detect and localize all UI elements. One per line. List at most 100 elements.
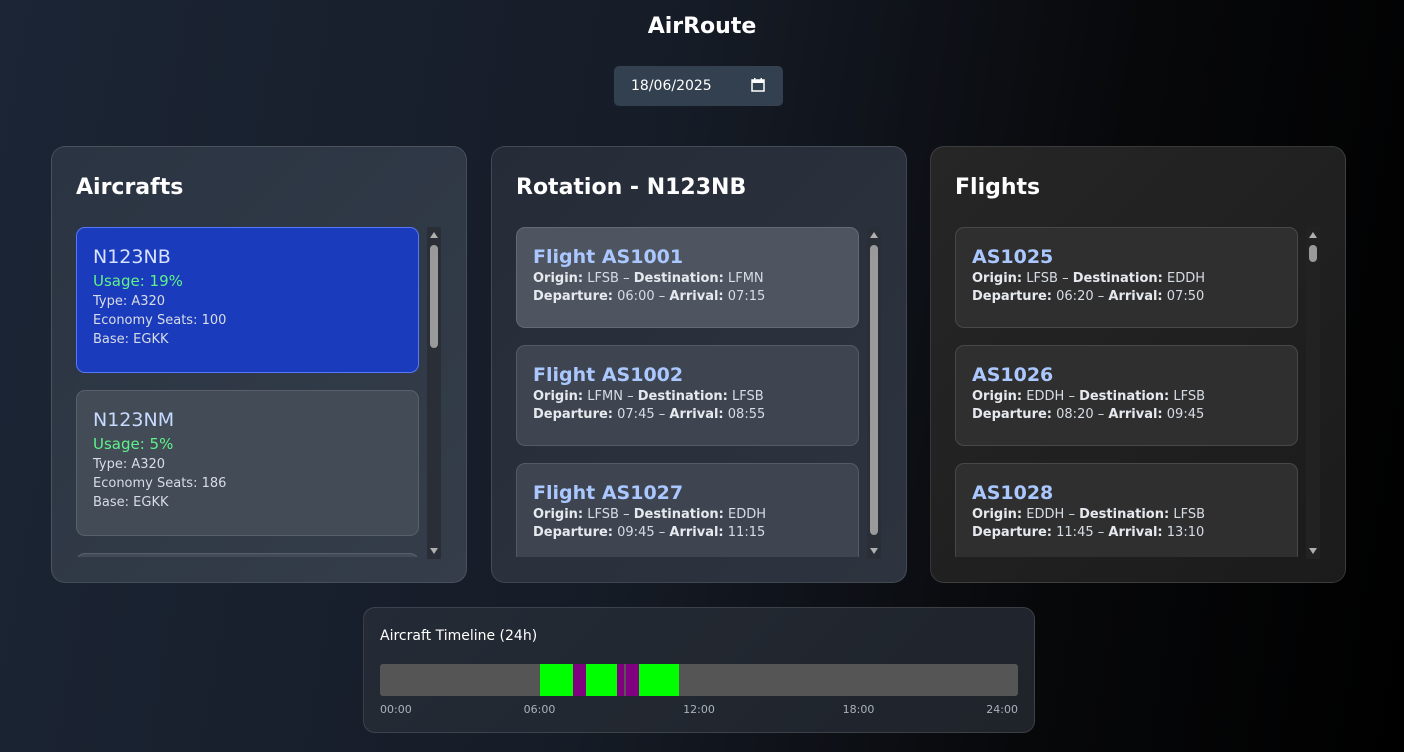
timeline-tick-label: 06:00 bbox=[523, 703, 556, 716]
scroll-up-arrow-icon[interactable] bbox=[1309, 232, 1317, 238]
arrival-value: 13:10 bbox=[1166, 525, 1205, 540]
departure-label: Departure: bbox=[533, 289, 613, 304]
destination-label: Destination: bbox=[1079, 389, 1170, 404]
aircraft-panel-title: Aircrafts bbox=[76, 175, 184, 200]
time-separator: – bbox=[658, 407, 666, 422]
departure-label: Departure: bbox=[533, 407, 613, 422]
route-separator: – bbox=[1068, 389, 1075, 404]
aircraft-registration: N123NB bbox=[93, 246, 171, 268]
aircraft-usage: Usage: 5% bbox=[93, 435, 174, 453]
scroll-up-arrow-icon[interactable] bbox=[870, 232, 878, 238]
timeline-axis: 00:00 06:00 12:00 18:00 24:00 bbox=[380, 703, 1018, 717]
flight-route: Origin: LFSB – Destination: EDDH bbox=[533, 507, 842, 522]
route-separator: – bbox=[623, 507, 630, 522]
aircraft-list-scrollbar[interactable] bbox=[427, 227, 441, 559]
aircraft-card[interactable]: N123NB Usage: 19% Type: A320 Economy Seats:… bbox=[76, 227, 419, 373]
flights-list-scrollbar[interactable] bbox=[1306, 227, 1320, 559]
scrollbar-thumb[interactable] bbox=[1309, 245, 1317, 262]
aircraft-card[interactable] bbox=[76, 553, 419, 557]
time-separator: – bbox=[1097, 407, 1105, 422]
aircraft-type: Type: A320 bbox=[93, 457, 166, 472]
scrollbar-thumb[interactable] bbox=[870, 245, 878, 535]
time-separator: – bbox=[1097, 525, 1105, 540]
scroll-up-arrow-icon[interactable] bbox=[430, 232, 438, 238]
time-separator: – bbox=[658, 525, 666, 540]
origin-value: LFSB bbox=[1026, 271, 1058, 286]
departure-label: Departure: bbox=[972, 407, 1052, 422]
arrival-value: 07:50 bbox=[1166, 289, 1205, 304]
timeline-tick-label: 18:00 bbox=[842, 703, 875, 716]
flight-times: Departure: 08:20 – Arrival: 09:45 bbox=[972, 407, 1281, 422]
timeline-bar bbox=[380, 664, 1018, 696]
date-value: 18/06/2025 bbox=[631, 78, 712, 94]
departure-value: 08:20 bbox=[1056, 407, 1094, 422]
flight-card[interactable]: AS1025 Origin: LFSB – Destination: EDDH De… bbox=[955, 227, 1298, 328]
scroll-down-arrow-icon[interactable] bbox=[1309, 548, 1317, 554]
rotation-list-scrollbar[interactable] bbox=[867, 227, 881, 559]
flight-card[interactable]: AS1026 Origin: EDDH – Destination: LFSB De… bbox=[955, 345, 1298, 446]
flight-card[interactable]: AS1028 Origin: EDDH – Destination: LFSB De… bbox=[955, 463, 1298, 557]
flight-number: Flight AS1002 bbox=[533, 364, 684, 386]
flight-number: Flight AS1001 bbox=[533, 246, 684, 268]
aircraft-base: Base: EGKK bbox=[93, 495, 169, 510]
scroll-down-arrow-icon[interactable] bbox=[430, 548, 438, 554]
origin-label: Origin: bbox=[972, 271, 1023, 286]
origin-label: Origin: bbox=[533, 507, 584, 522]
timeline-title: Aircraft Timeline (24h) bbox=[380, 628, 538, 644]
aircraft-registration: N123NM bbox=[93, 409, 175, 431]
destination-label: Destination: bbox=[637, 389, 728, 404]
date-input[interactable]: 18/06/2025 bbox=[614, 66, 783, 106]
aircraft-card[interactable]: N123NM Usage: 5% Type: A320 Economy Seats: … bbox=[76, 390, 419, 536]
flight-number: Flight AS1027 bbox=[533, 482, 684, 504]
origin-label: Origin: bbox=[533, 271, 584, 286]
timeline-segment-turnaround bbox=[617, 664, 624, 696]
flight-route: Origin: EDDH – Destination: LFSB bbox=[972, 389, 1281, 404]
timeline-segment-turnaround bbox=[625, 664, 640, 696]
aircraft-timeline: Aircraft Timeline (24h) 00:00 06:00 12:00 1… bbox=[363, 607, 1035, 733]
origin-value: LFSB bbox=[587, 271, 619, 286]
flight-times: Departure: 06:00 – Arrival: 07:15 bbox=[533, 289, 842, 304]
aircraft-usage: Usage: 19% bbox=[93, 272, 183, 290]
origin-value: EDDH bbox=[1026, 507, 1065, 522]
aircraft-list[interactable]: N123NB Usage: 19% Type: A320 Economy Seats:… bbox=[76, 227, 420, 557]
flight-card[interactable]: Flight AS1002 Origin: LFMN – Destination:… bbox=[516, 345, 859, 446]
flight-route: Origin: LFMN – Destination: LFSB bbox=[533, 389, 842, 404]
flight-number: AS1028 bbox=[972, 482, 1054, 504]
flights-list[interactable]: AS1025 Origin: LFSB – Destination: EDDH De… bbox=[955, 227, 1299, 557]
arrival-label: Arrival: bbox=[669, 289, 724, 304]
departure-value: 11:45 bbox=[1056, 525, 1094, 540]
timeline-segment-flight bbox=[586, 664, 618, 696]
flight-times: Departure: 07:45 – Arrival: 08:55 bbox=[533, 407, 842, 422]
timeline-segment-flight bbox=[639, 664, 680, 696]
scrollbar-thumb[interactable] bbox=[430, 245, 438, 348]
timeline-segment-turnaround bbox=[572, 664, 586, 696]
calendar-icon[interactable] bbox=[751, 78, 765, 92]
arrival-value: 07:15 bbox=[727, 289, 766, 304]
aircraft-seats: Economy Seats: 186 bbox=[93, 476, 227, 491]
flight-times: Departure: 11:45 – Arrival: 13:10 bbox=[972, 525, 1281, 540]
destination-value: LFSB bbox=[1173, 507, 1205, 522]
flight-card[interactable]: Flight AS1001 Origin: LFSB – Destination:… bbox=[516, 227, 859, 328]
aircraft-panel: Aircrafts N123NB Usage: 19% Type: A320 Econ… bbox=[51, 146, 467, 583]
flight-number: AS1025 bbox=[972, 246, 1054, 268]
app-title: AirRoute bbox=[647, 14, 757, 39]
destination-value: EDDH bbox=[727, 507, 766, 522]
flight-number: AS1026 bbox=[972, 364, 1054, 386]
flights-panel: Flights AS1025 Origin: LFSB – Destination… bbox=[930, 146, 1346, 583]
rotation-list[interactable]: Flight AS1001 Origin: LFSB – Destination:… bbox=[516, 227, 860, 557]
scroll-down-arrow-icon[interactable] bbox=[870, 548, 878, 554]
flight-times: Departure: 06:20 – Arrival: 07:50 bbox=[972, 289, 1281, 304]
destination-value: EDDH bbox=[1166, 271, 1205, 286]
flight-card[interactable]: Flight AS1027 Origin: LFSB – Destination:… bbox=[516, 463, 859, 557]
aircraft-seats: Economy Seats: 100 bbox=[93, 313, 227, 328]
departure-value: 06:00 bbox=[617, 289, 655, 304]
flight-route: Origin: LFSB – Destination: EDDH bbox=[972, 271, 1281, 286]
arrival-label: Arrival: bbox=[1108, 407, 1163, 422]
timeline-tick-label: 12:00 bbox=[683, 703, 715, 716]
arrival-label: Arrival: bbox=[669, 525, 724, 540]
arrival-value: 11:15 bbox=[727, 525, 766, 540]
destination-value: LFSB bbox=[731, 389, 764, 404]
departure-label: Departure: bbox=[972, 289, 1052, 304]
departure-label: Departure: bbox=[533, 525, 613, 540]
arrival-label: Arrival: bbox=[1108, 289, 1163, 304]
